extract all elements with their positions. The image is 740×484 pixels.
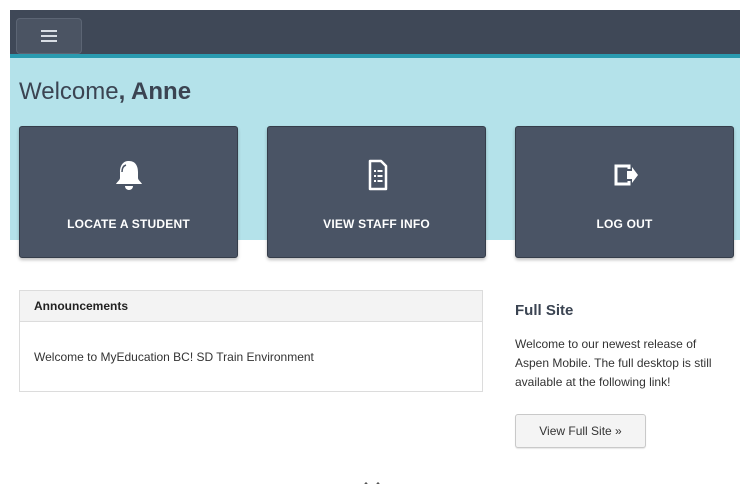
user-name: Anne (131, 78, 192, 105)
welcome-greeting: Welcome (19, 78, 119, 105)
full-site-title: Full Site (515, 302, 574, 319)
locate-student-tile[interactable]: LOCATE A STUDENT (19, 126, 238, 258)
full-site-description: Welcome to our newest release of Aspen M… (515, 337, 712, 389)
welcome-separator: , (118, 78, 132, 105)
announcements-title: Announcements (20, 291, 482, 322)
menu-button[interactable] (16, 18, 82, 54)
tile-label: LOCATE A STUDENT (67, 217, 190, 231)
logout-icon (516, 157, 733, 193)
view-staff-info-tile[interactable]: VIEW STAFF INFO (267, 126, 486, 258)
tile-label: LOG OUT (596, 217, 653, 231)
welcome-heading: Welcome, Anne (19, 78, 191, 106)
document-icon (268, 157, 485, 193)
tile-label: VIEW STAFF INFO (323, 217, 430, 231)
announcements-panel: Announcements Welcome to MyEducation BC!… (19, 290, 483, 392)
footer-logo (357, 476, 387, 484)
top-nav-bar (10, 10, 740, 58)
hamburger-icon (41, 27, 57, 45)
view-full-site-button[interactable]: View Full Site » (515, 414, 646, 448)
log-out-tile[interactable]: LOG OUT (515, 126, 734, 258)
bell-icon (20, 157, 237, 193)
announcement-message: Welcome to MyEducation BC! SD Train Envi… (34, 350, 314, 364)
